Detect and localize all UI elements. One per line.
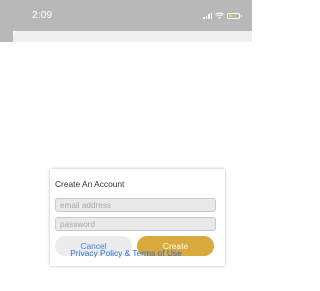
status-bar: 2:09 bbox=[0, 0, 252, 31]
status-time: 2:09 bbox=[32, 10, 53, 21]
status-icons bbox=[203, 12, 242, 19]
cellular-signal-icon bbox=[203, 12, 212, 19]
battery-icon bbox=[227, 12, 242, 19]
overlay-strip bbox=[0, 31, 13, 42]
privacy-terms-link[interactable]: Privacy Policy & Terms of Use bbox=[0, 248, 252, 258]
sheet-header bbox=[13, 31, 252, 42]
modal-title: Create An Account bbox=[55, 179, 125, 189]
password-field[interactable] bbox=[55, 217, 216, 231]
wifi-icon bbox=[215, 12, 224, 19]
email-field[interactable] bbox=[55, 198, 216, 212]
